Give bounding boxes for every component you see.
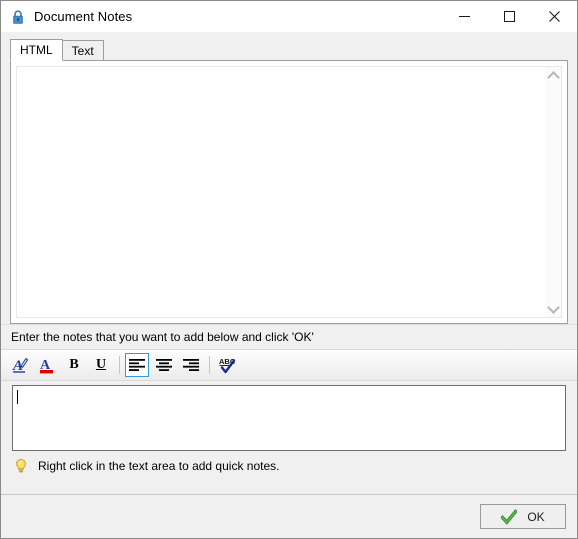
maximize-button[interactable] xyxy=(487,1,532,32)
text-caret xyxy=(17,390,18,404)
document-notes-window: Document Notes HTML Text Enter the notes… xyxy=(0,0,578,539)
tab-text[interactable]: Text xyxy=(61,40,104,60)
tab-html[interactable]: HTML xyxy=(10,39,63,61)
green-check-icon xyxy=(501,508,518,525)
scroll-up-button[interactable] xyxy=(546,67,561,84)
font-color-icon: A xyxy=(40,358,53,374)
bold-button[interactable]: B xyxy=(62,353,86,377)
window-title: Document Notes xyxy=(34,9,133,24)
lightbulb-icon xyxy=(13,458,29,474)
tab-text-label: Text xyxy=(71,44,94,58)
quick-notes-hint-text: Right click in the text area to add quic… xyxy=(38,459,280,473)
dialog-footer: OK xyxy=(1,494,577,538)
close-button[interactable] xyxy=(532,1,577,32)
chevron-down-icon xyxy=(546,300,560,314)
align-center-icon xyxy=(156,359,172,371)
quick-notes-hint: Right click in the text area to add quic… xyxy=(1,451,577,481)
align-right-icon xyxy=(183,359,199,371)
chevron-up-icon xyxy=(546,70,560,84)
preview-vertical-scrollbar[interactable] xyxy=(545,66,562,318)
font-style-button[interactable]: A xyxy=(8,353,32,377)
html-preview-area[interactable] xyxy=(16,66,545,318)
align-center-button[interactable] xyxy=(152,353,176,377)
ok-button[interactable]: OK xyxy=(480,504,566,529)
notes-text-editor[interactable] xyxy=(12,385,566,451)
align-left-button[interactable] xyxy=(125,353,149,377)
spell-check-button[interactable]: ABC xyxy=(215,353,239,377)
minimize-icon xyxy=(459,16,470,17)
tab-html-label: HTML xyxy=(20,43,53,57)
footer-spacer xyxy=(1,481,577,494)
window-controls xyxy=(442,1,577,32)
minimize-button[interactable] xyxy=(442,1,487,32)
align-left-icon xyxy=(129,359,145,371)
instruction-text: Enter the notes that you want to add bel… xyxy=(11,330,314,344)
align-right-button[interactable] xyxy=(179,353,203,377)
bold-icon: B xyxy=(69,357,79,372)
underline-icon: U xyxy=(95,357,107,372)
format-toolbar: A A B U ABC xyxy=(1,349,577,381)
tab-page-html xyxy=(10,60,568,324)
maximize-icon xyxy=(504,11,515,22)
ok-button-label: OK xyxy=(527,509,545,524)
font-pen-icon: A xyxy=(12,357,29,374)
font-color-button[interactable]: A xyxy=(35,353,59,377)
toolbar-separator-2 xyxy=(209,356,210,374)
scroll-down-button[interactable] xyxy=(546,300,561,317)
title-bar: Document Notes xyxy=(1,1,577,32)
instruction-bar: Enter the notes that you want to add bel… xyxy=(1,325,577,349)
tab-strip: HTML Text xyxy=(10,38,568,61)
notes-tab-control: HTML Text xyxy=(10,38,568,324)
close-icon xyxy=(549,11,560,22)
toolbar-separator-1 xyxy=(119,356,120,374)
underline-button[interactable]: U xyxy=(89,353,113,377)
spell-check-icon: ABC xyxy=(219,357,236,374)
lock-icon xyxy=(10,9,26,25)
